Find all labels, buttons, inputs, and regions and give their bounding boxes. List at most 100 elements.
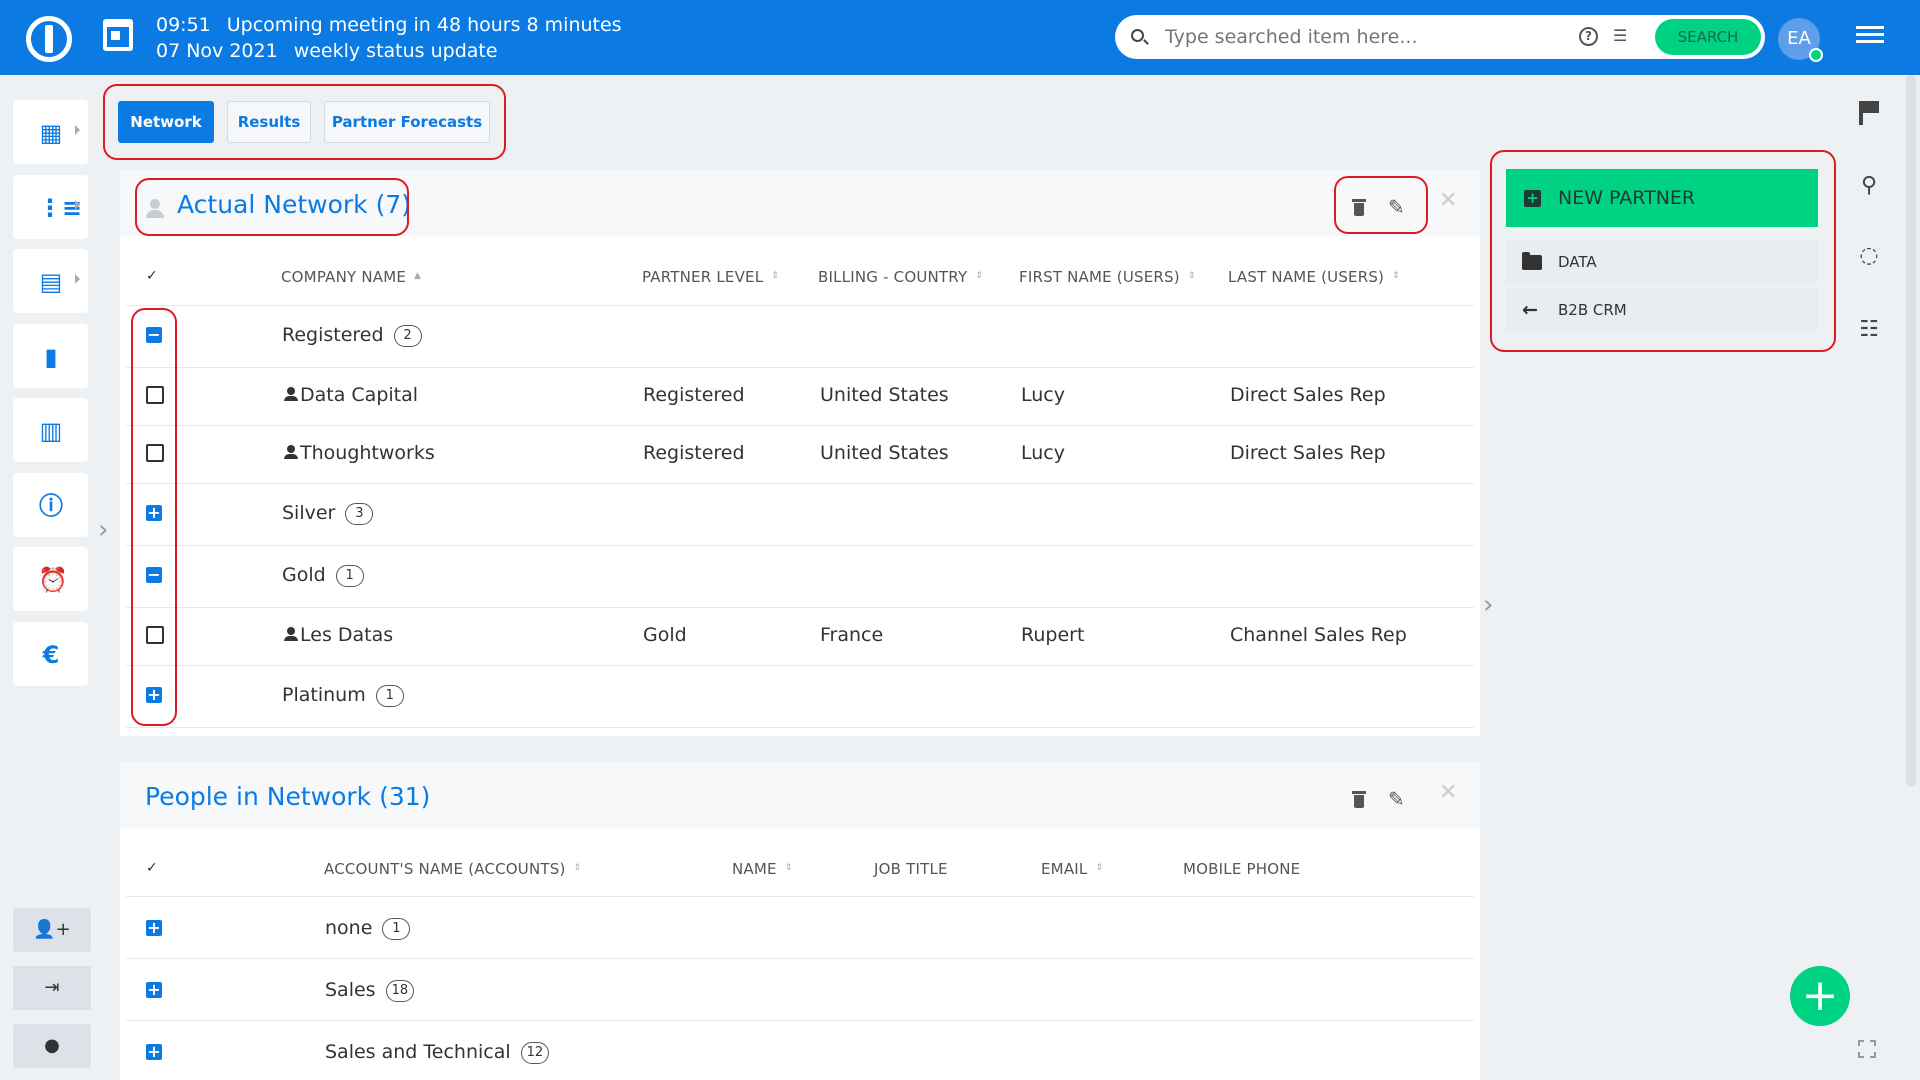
select-all-checkmark[interactable]: ✓ — [146, 268, 158, 284]
column-company-name[interactable]: COMPANY NAME ▲ — [281, 268, 421, 286]
billing-country: France — [820, 624, 884, 646]
sidebar-expand-chevron-icon[interactable]: › — [98, 515, 108, 545]
sort-icon: ⇕ — [975, 271, 984, 281]
column-label: EMAIL — [1041, 860, 1088, 878]
row-checkbox[interactable] — [146, 626, 164, 644]
row-checkbox[interactable] — [146, 444, 164, 462]
help-icon[interactable]: ? — [1579, 27, 1598, 46]
sidebar-hierarchy[interactable]: ⋮≡ — [13, 175, 88, 239]
tab-partner-forecasts[interactable]: Partner Forecasts — [324, 101, 490, 143]
delete-icon[interactable] — [1352, 791, 1366, 808]
column-last-name[interactable]: LAST NAME (USERS) ⇕ — [1228, 268, 1400, 286]
data-link[interactable]: DATA — [1506, 240, 1818, 284]
sidebar-analytics[interactable]: ▥ — [13, 398, 88, 462]
partner-level: Gold — [643, 624, 687, 646]
people-network-title[interactable]: People in Network (31) — [145, 782, 430, 811]
expand-icon[interactable]: + — [146, 982, 162, 998]
search-input[interactable] — [1165, 23, 1545, 51]
column-label: FIRST NAME (USERS) — [1019, 268, 1180, 286]
group-row[interactable]: + Sales 18 — [126, 959, 1474, 1021]
arrow-left-icon: ← — [1522, 299, 1538, 321]
company-name[interactable]: Les Datas — [300, 624, 393, 646]
row-checkbox[interactable] — [146, 386, 164, 404]
select-all-checkmark[interactable]: ✓ — [146, 860, 158, 876]
fullscreen-icon[interactable] — [1858, 1040, 1876, 1058]
expand-icon[interactable]: + — [146, 1044, 162, 1060]
chevron-right-icon — [75, 125, 80, 135]
folder-icon — [1522, 252, 1542, 270]
company-name[interactable]: Thoughtworks — [300, 442, 435, 464]
billing-country: United States — [820, 384, 949, 406]
group-label: none — [325, 917, 373, 939]
right-panel-expand-chevron-icon[interactable]: › — [1483, 590, 1493, 620]
column-billing-country[interactable]: BILLING - COUNTRY ⇕ — [818, 268, 983, 286]
filter-settings-icon[interactable]: ☰ — [1613, 27, 1631, 45]
group-row-platinum[interactable]: + Platinum 1 — [126, 666, 1474, 728]
checklist-icon[interactable]: ☷ — [1855, 316, 1883, 344]
meeting-info-line-1[interactable]: 09:51 Upcoming meeting in 48 hours 8 minu… — [156, 14, 622, 36]
search-button[interactable]: SEARCH — [1655, 19, 1761, 55]
company-name[interactable]: Data Capital — [300, 384, 418, 406]
group-label: Gold — [282, 564, 326, 586]
column-email[interactable]: EMAIL ⇕ — [1041, 860, 1103, 878]
person-icon — [146, 199, 164, 219]
column-job-title[interactable]: JOB TITLE — [874, 860, 948, 878]
sidebar-reminders[interactable]: ⏰ — [13, 547, 88, 611]
edit-icon[interactable]: ✎ — [1388, 789, 1408, 809]
app-logo-icon[interactable] — [26, 16, 72, 62]
people-network-panel: People in Network (31) ✎ ✕ ✓ ACCOUNT'S N… — [120, 762, 1480, 1080]
close-icon[interactable]: ✕ — [1439, 188, 1457, 213]
column-mobile-phone[interactable]: MOBILE PHONE — [1183, 860, 1300, 878]
count-badge: 2 — [393, 325, 422, 347]
partner-level: Registered — [643, 384, 745, 406]
column-account-name[interactable]: ACCOUNT'S NAME (ACCOUNTS) ⇕ — [324, 860, 581, 878]
chevron-right-icon — [75, 200, 80, 210]
column-name[interactable]: NAME ⇕ — [732, 860, 792, 878]
expand-icon[interactable]: + — [146, 505, 162, 521]
table-row[interactable]: Thoughtworks Registered United States Lu… — [126, 426, 1474, 484]
actual-network-title[interactable]: Actual Network (7) — [177, 190, 411, 219]
table-row[interactable]: Data Capital Registered United States Lu… — [126, 368, 1474, 426]
add-fab-button[interactable]: + — [1790, 966, 1850, 1026]
delete-icon[interactable] — [1352, 199, 1366, 216]
expand-icon[interactable]: + — [146, 687, 162, 703]
info-button[interactable]: ● — [13, 1024, 91, 1068]
sidebar-reports[interactable]: ▮ — [13, 324, 88, 388]
user-avatar[interactable]: EA — [1778, 18, 1823, 62]
person-search-icon[interactable]: ⚲ — [1855, 172, 1883, 200]
sidebar-tasks[interactable]: ▤ — [13, 249, 88, 313]
group-row-registered[interactable]: − Registered 2 — [126, 306, 1474, 368]
tab-results[interactable]: Results — [227, 101, 311, 143]
collapse-icon[interactable]: − — [146, 567, 162, 583]
calendar-icon[interactable] — [103, 19, 133, 51]
hamburger-menu-icon[interactable] — [1856, 26, 1884, 48]
close-icon[interactable]: ✕ — [1439, 780, 1457, 805]
add-user-button[interactable]: 👤+ — [13, 908, 91, 952]
column-first-name[interactable]: FIRST NAME (USERS) ⇕ — [1019, 268, 1196, 286]
column-partner-level[interactable]: PARTNER LEVEL ⇕ — [642, 268, 779, 286]
lightbulb-icon[interactable]: ◌ — [1855, 242, 1883, 270]
edit-icon[interactable]: ✎ — [1388, 197, 1408, 217]
expand-icon[interactable]: + — [146, 920, 162, 936]
last-name: Direct Sales Rep — [1230, 442, 1386, 464]
tab-network[interactable]: Network — [118, 101, 214, 143]
collapse-icon[interactable]: − — [146, 327, 162, 343]
meeting-title: weekly status update — [293, 40, 498, 62]
sort-icon: ⇕ — [784, 863, 793, 873]
vertical-scrollbar[interactable] — [1906, 75, 1916, 787]
group-row-gold[interactable]: − Gold 1 — [126, 546, 1474, 608]
group-row[interactable]: + Sales and Technical 12 — [126, 1021, 1474, 1080]
b2b-crm-link[interactable]: ← B2B CRM — [1506, 288, 1818, 332]
sidebar-finance[interactable]: € — [13, 622, 88, 686]
sidebar-alerts[interactable]: ⓘ — [13, 473, 88, 537]
meeting-info-line-2[interactable]: 07 Nov 2021 weekly status update — [156, 40, 498, 62]
new-partner-button[interactable]: + NEW PARTNER — [1506, 169, 1818, 227]
flag-icon[interactable] — [1859, 101, 1879, 125]
table-row[interactable]: Les Datas Gold France Rupert Channel Sal… — [126, 608, 1474, 666]
euro-icon: € — [42, 641, 60, 669]
billing-country: United States — [820, 442, 949, 464]
group-row-silver[interactable]: + Silver 3 — [126, 484, 1474, 546]
login-button[interactable]: ⇥ — [13, 966, 91, 1010]
group-row[interactable]: + none 1 — [126, 897, 1474, 959]
sidebar-dashboard[interactable]: ▦ — [13, 100, 88, 164]
